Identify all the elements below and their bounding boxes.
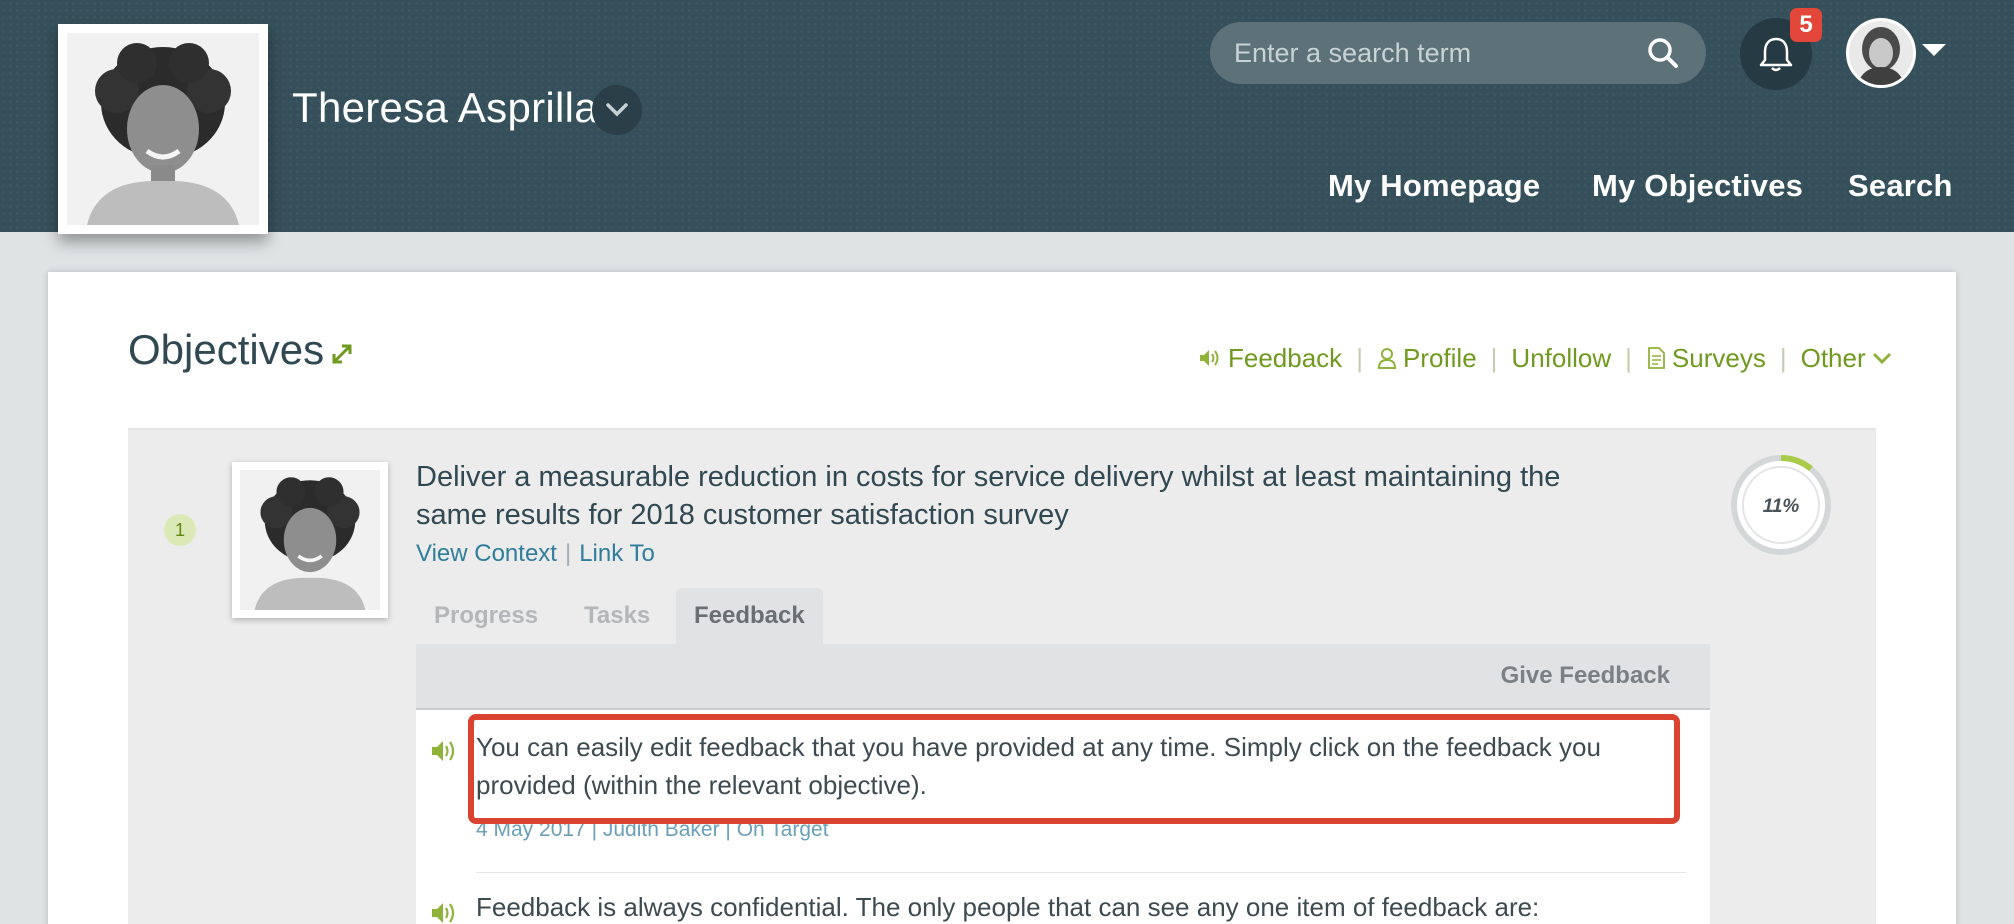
search-box [1210,22,1706,84]
feedback-item-meta: 4 May 2017 | Judith Baker | On Target [476,818,829,841]
profile-photo-image [67,33,259,225]
speaker-icon [432,741,455,761]
profile-action[interactable]: Profile [1377,343,1477,374]
feedback-item-text[interactable]: You can easily edit feedback that you ha… [476,728,1696,804]
user-name: Theresa Asprilla [292,84,598,131]
link-to-link[interactable]: Link To [579,540,655,568]
feedback-action-label: Feedback [1228,342,1343,373]
chevron-down-icon [606,103,628,117]
feedback-divider [476,872,1686,873]
divider: | [1356,342,1363,373]
surveys-action[interactable]: Surveys [1646,343,1766,374]
feedback-list: You can easily edit feedback that you ha… [416,710,1710,924]
objective-number-badge: 1 [164,514,196,546]
search-input[interactable] [1234,22,1634,84]
expand-icon[interactable] [330,342,354,366]
divider: | [1779,342,1787,373]
chevron-down-icon [1872,352,1891,365]
nav-my-objectives[interactable]: My Objectives [1592,168,1803,204]
feedback-toolbar: Give Feedback [416,644,1710,710]
unfollow-action-label: Unfollow [1511,342,1612,373]
profile-photo[interactable] [58,24,268,234]
feedback-item-text[interactable]: Feedback is always confidential. The onl… [476,888,1696,924]
speaker-icon [1200,350,1219,366]
owner-photo-image [240,470,380,610]
progress-percent: 11% [1763,496,1800,517]
user-menu-chevron-button[interactable] [592,85,642,135]
page-actions: Feedback | Profile | Unfollow | Surveys … [1198,340,1892,376]
view-context-link[interactable]: View Context [416,540,557,568]
tab-feedback[interactable]: Feedback [676,588,823,644]
user-icon [1377,348,1396,369]
unfollow-action[interactable]: Unfollow [1511,343,1611,374]
speaker-icon [432,903,455,923]
document-icon [1648,347,1665,369]
tab-tasks[interactable]: Tasks [566,588,668,644]
search-icon[interactable] [1646,36,1680,70]
nav-my-homepage[interactable]: My Homepage [1328,168,1540,204]
tab-progress[interactable]: Progress [416,588,556,644]
other-action-label: Other [1800,342,1866,373]
other-action[interactable]: Other [1801,343,1892,374]
objective-links: View Context | Link To [416,540,655,568]
divider: | [1490,342,1498,373]
give-feedback-button[interactable]: Give Feedback [1501,662,1670,690]
surveys-action-label: Surveys [1671,342,1766,373]
progress-ring: 11% [1731,455,1831,555]
objective-description[interactable]: Deliver a measurable reduction in costs … [416,458,1616,534]
divider: | [564,540,572,567]
divider: | [1625,342,1632,373]
profile-action-label: Profile [1402,342,1477,373]
bell-icon [1759,37,1793,72]
objective-owner-photo [232,462,388,618]
notification-count-badge: 5 [1790,8,1822,42]
page-title: Objectives [128,326,325,373]
user-avatar[interactable] [1846,18,1916,88]
user-menu-caret-icon[interactable] [1922,44,1946,56]
feedback-action[interactable]: Feedback [1198,343,1342,374]
nav-search[interactable]: Search [1848,168,1953,204]
